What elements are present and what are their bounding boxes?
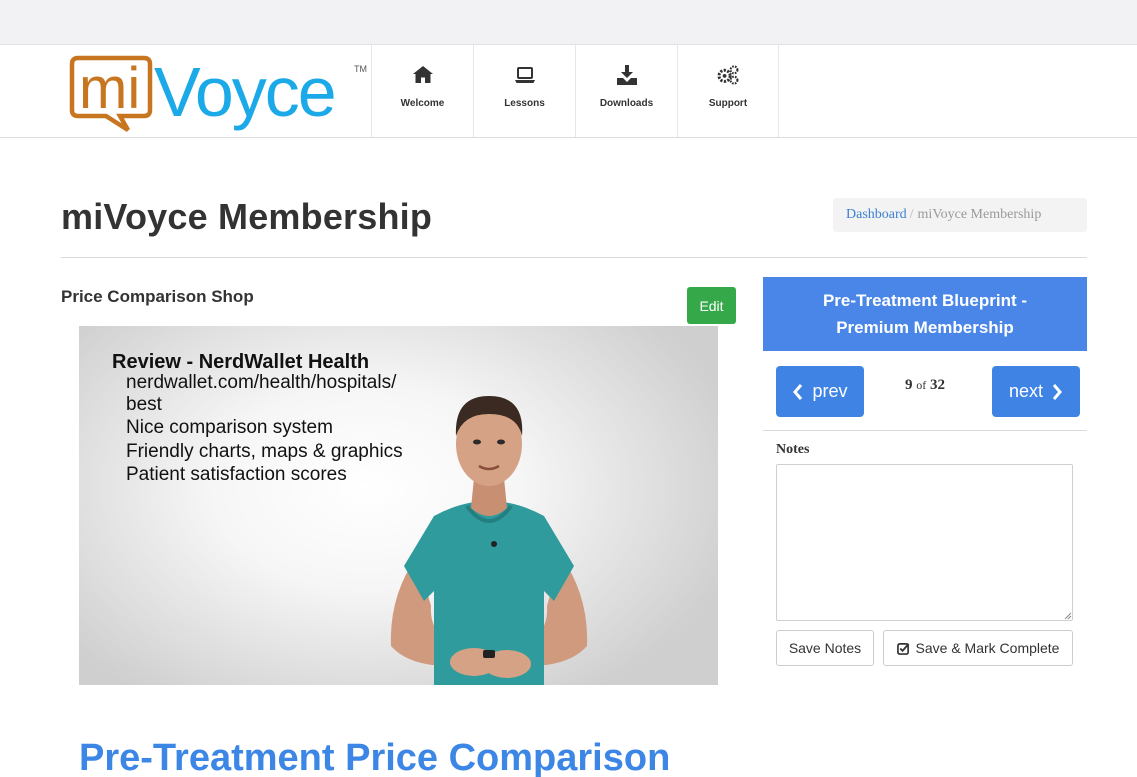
counter-total: 32: [930, 377, 945, 393]
edit-button[interactable]: Edit: [687, 287, 736, 324]
nav-lessons[interactable]: Lessons: [473, 45, 575, 137]
browser-top-strip: [0, 0, 1137, 45]
breadcrumb-current: miVoyce Membership: [917, 207, 1042, 222]
svg-text:TM: TM: [354, 64, 367, 74]
save-mark-complete-button[interactable]: Save & Mark Complete: [883, 630, 1073, 666]
nav-label: Downloads: [599, 98, 654, 109]
lesson-counter: 9 of 32: [870, 377, 980, 394]
chevron-left-icon: [793, 383, 803, 400]
gears-icon: [717, 65, 739, 85]
lesson-video[interactable]: Review - NerdWallet Health nerdwallet.co…: [79, 326, 718, 685]
slide-heading: Review - NerdWallet Health: [112, 351, 370, 373]
course-title-banner: Pre-Treatment Blueprint - Premium Member…: [763, 277, 1087, 351]
save-complete-label: Save & Mark Complete: [915, 640, 1060, 656]
svg-text:Voyce: Voyce: [154, 54, 335, 131]
slide-line: Patient satisfaction scores: [126, 464, 347, 485]
nav-label: Welcome: [400, 98, 445, 109]
next-button[interactable]: next: [992, 366, 1080, 417]
slide-line: Friendly charts, maps & graphics: [126, 441, 403, 462]
nav-welcome[interactable]: Welcome: [371, 45, 473, 137]
breadcrumb: Dashboard / miVoyce Membership: [833, 198, 1087, 232]
counter-of: of: [916, 378, 927, 392]
save-notes-button[interactable]: Save Notes: [776, 630, 874, 666]
page-title: miVoyce Membership: [61, 196, 433, 237]
nav-label: Support: [708, 98, 748, 109]
prev-label: prev: [812, 381, 848, 401]
slide-line: best: [126, 394, 162, 415]
laptop-icon: [514, 67, 535, 83]
nav-downloads[interactable]: Downloads: [575, 45, 677, 137]
download-icon: [616, 65, 637, 85]
next-label: next: [1008, 381, 1044, 401]
lesson-title: Price Comparison Shop: [61, 287, 254, 306]
counter-current: 9: [905, 377, 913, 393]
svg-text:mi: mi: [79, 56, 140, 121]
breadcrumb-separator: /: [909, 207, 914, 222]
nav-support[interactable]: Support: [677, 45, 779, 137]
sidebar-divider: [763, 430, 1087, 431]
mivoyce-logo[interactable]: mi Voyce TM: [64, 54, 369, 134]
lesson-heading: Pre-Treatment Price Comparison: [79, 737, 671, 777]
title-divider: [61, 257, 1087, 258]
notes-textarea[interactable]: [776, 464, 1073, 621]
breadcrumb-dashboard-link[interactable]: Dashboard: [846, 207, 907, 222]
slide-line: nerdwallet.com/health/hospitals/: [126, 372, 397, 393]
save-notes-label: Save Notes: [788, 640, 862, 656]
prev-button[interactable]: prev: [776, 366, 864, 417]
chevron-right-icon: [1052, 383, 1062, 400]
nav-label: Lessons: [504, 98, 545, 109]
checkbox-checked-icon: [896, 642, 909, 655]
home-icon: [412, 66, 433, 83]
resize-grip-icon[interactable]: [1062, 610, 1072, 620]
presenter-figure: [390, 396, 588, 685]
notes-label: Notes: [776, 442, 810, 457]
top-navbar: mi Voyce TM Welcome Lessons Downloads Su…: [0, 45, 1137, 138]
slide-line: Nice comparison system: [126, 417, 333, 438]
